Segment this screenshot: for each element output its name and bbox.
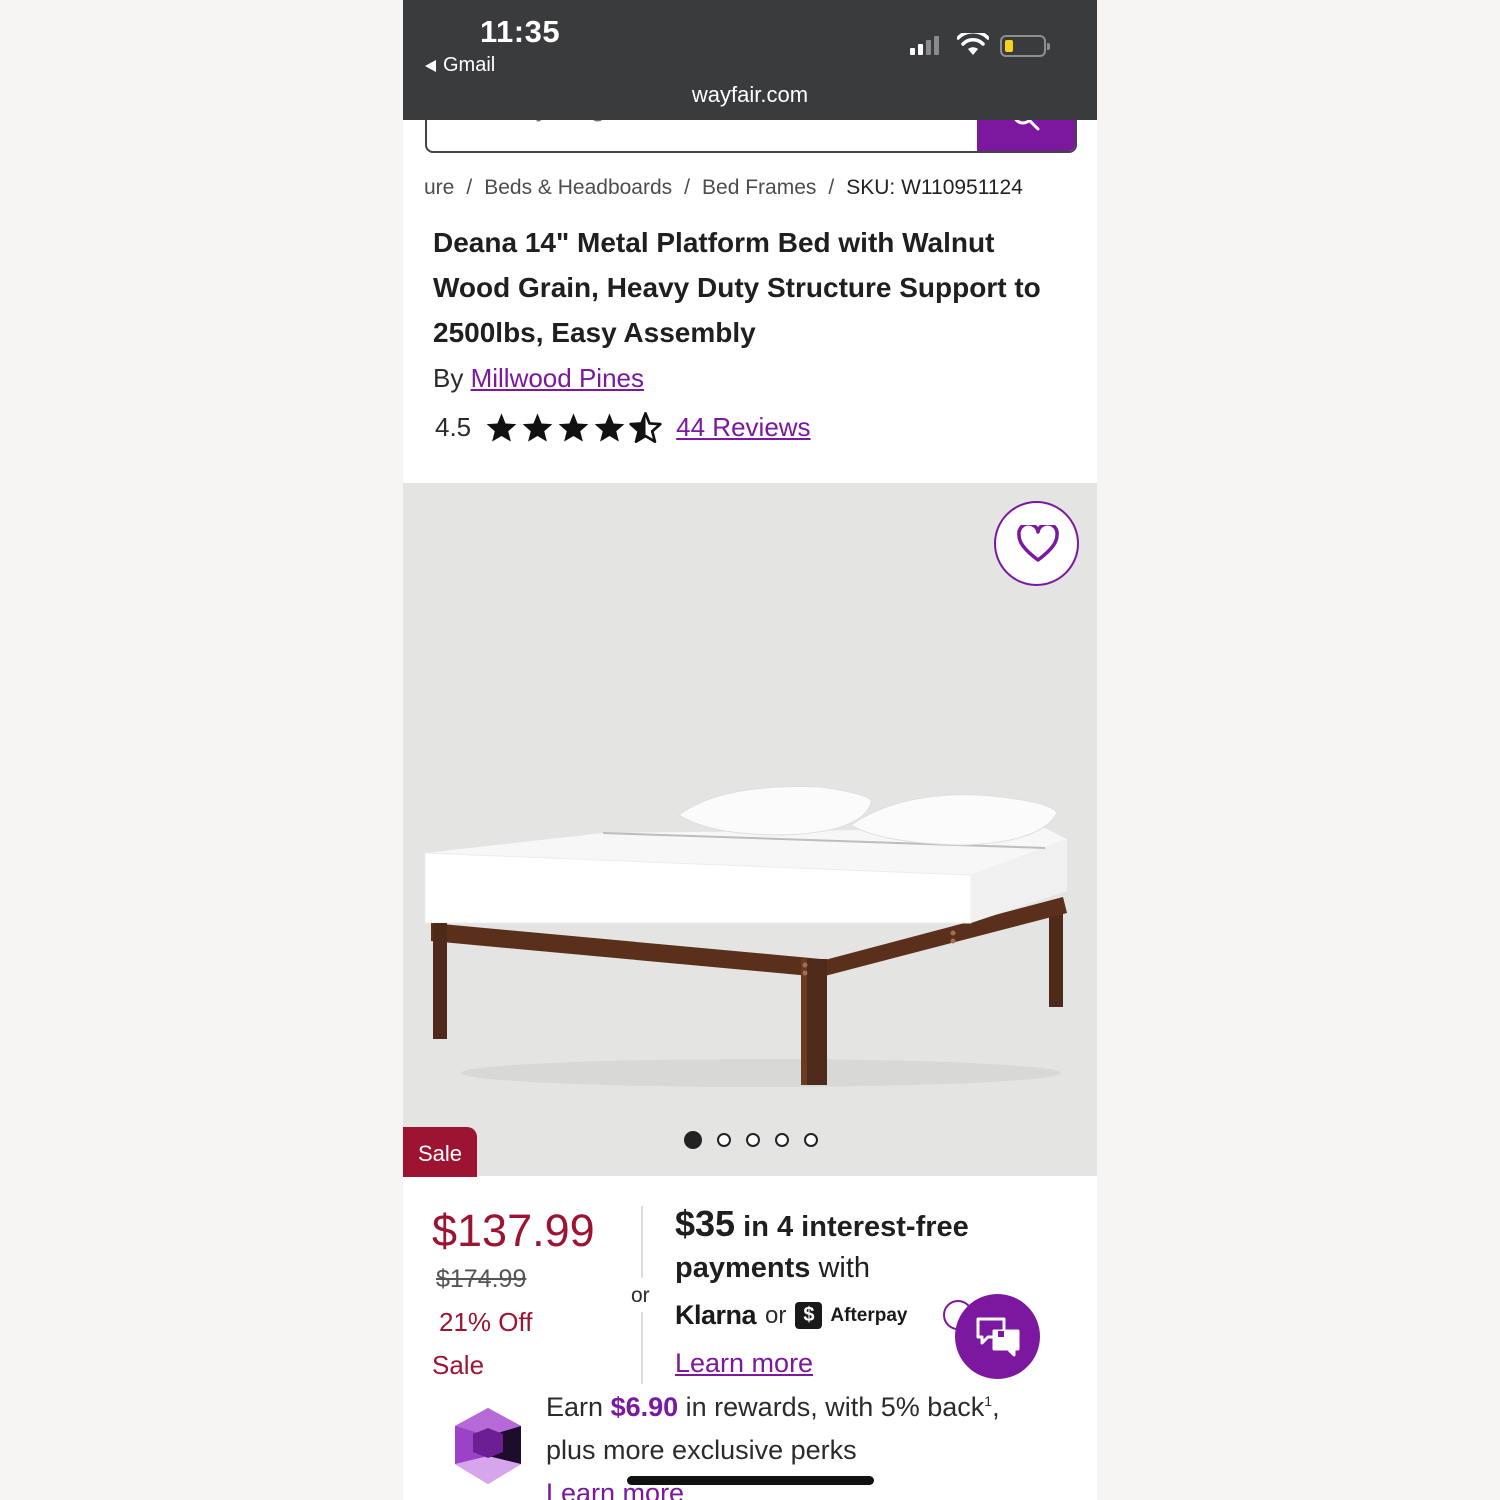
chat-icon — [976, 1317, 1020, 1357]
by-prefix: By — [433, 363, 464, 393]
breadcrumb-item-beds-headboards[interactable]: Beds & Headboards — [484, 176, 672, 199]
installment-amount: $35 — [675, 1203, 736, 1244]
signal-icon — [910, 36, 939, 55]
financing-line-1: $35 in 4 interest-free — [675, 1203, 969, 1244]
sale-label: Sale — [432, 1350, 485, 1380]
financing-line-2: payments with — [675, 1252, 871, 1284]
sale-badge: Sale — [403, 1127, 477, 1177]
rewards-line-1: Earn $6.90 in rewards, with 5% back1, — [546, 1392, 1000, 1422]
wifi-icon — [957, 33, 989, 55]
star-rating — [485, 412, 662, 443]
or-label: or — [631, 1284, 650, 1307]
original-price: $174.99 — [436, 1265, 527, 1293]
financing-learn-more-link[interactable]: Learn more — [675, 1348, 813, 1379]
back-to-app-button[interactable]: Gmail — [425, 54, 495, 77]
divider — [641, 1312, 643, 1384]
gem-icon — [455, 1408, 521, 1484]
carousel-dot-2[interactable] — [717, 1133, 731, 1147]
url-bar[interactable]: wayfair.com — [403, 82, 1097, 108]
afterpay-icon: $ — [795, 1302, 823, 1329]
payment-providers: Klarna or $ Afterpay — [675, 1300, 907, 1331]
brand-link[interactable]: Millwood Pines — [471, 363, 644, 393]
star-icon — [486, 413, 517, 442]
favorite-button[interactable] — [994, 501, 1079, 586]
product-image-bed — [424, 786, 1067, 1087]
afterpay-logo: Afterpay — [830, 1304, 908, 1326]
carousel-dot-4[interactable] — [775, 1133, 789, 1147]
carousel-dots — [684, 1131, 818, 1149]
rating-value: 4.5 — [435, 412, 472, 442]
product-image-carousel[interactable]: Sale — [403, 483, 1097, 1177]
star-icon — [558, 413, 589, 442]
phone-screen: 11:35 Gmail wayfair.com ure/Beds & Headb… — [403, 0, 1097, 1500]
back-app-label: Gmail — [443, 54, 496, 76]
brand-byline: By Millwood Pines — [433, 363, 644, 394]
rating-row: 4.5 44 Reviews — [435, 412, 811, 443]
star-icon — [522, 413, 553, 442]
rewards-line-2: plus more exclusive perks — [546, 1435, 857, 1465]
carousel-dot-5[interactable] — [804, 1133, 818, 1147]
carousel-dot-1[interactable] — [684, 1131, 702, 1149]
breadcrumb-item-furniture[interactable]: ure — [424, 176, 454, 199]
half-star-icon — [629, 412, 662, 443]
divider — [641, 1206, 643, 1278]
product-title: Deana 14" Metal Platform Bed with Walnut… — [433, 227, 1041, 348]
status-time: 11:35 — [480, 14, 561, 49]
back-arrow-icon — [425, 59, 436, 72]
rewards-amount: $6.90 — [610, 1392, 679, 1422]
sku-label: SKU: W110951124 — [846, 176, 1023, 199]
chat-button[interactable] — [955, 1294, 1040, 1379]
or-label: or — [765, 1301, 787, 1329]
discount-percent: 21% Off — [439, 1307, 533, 1337]
breadcrumb: ure / Beds & Headboards / Bed Frames / SKU: W1… — [424, 176, 1023, 199]
battery-icon — [1000, 35, 1050, 57]
home-indicator[interactable] — [627, 1476, 874, 1485]
heart-icon — [1017, 525, 1059, 562]
status-bar: 11:35 Gmail wayfair.com — [403, 0, 1097, 120]
sale-price: $137.99 — [432, 1205, 595, 1256]
carousel-dot-3[interactable] — [746, 1133, 760, 1147]
reviews-link[interactable]: 44 Reviews — [676, 412, 810, 443]
klarna-logo: Klarna — [675, 1300, 757, 1330]
star-icon — [594, 413, 625, 442]
breadcrumb-item-bed-frames[interactable]: Bed Frames — [702, 176, 816, 199]
